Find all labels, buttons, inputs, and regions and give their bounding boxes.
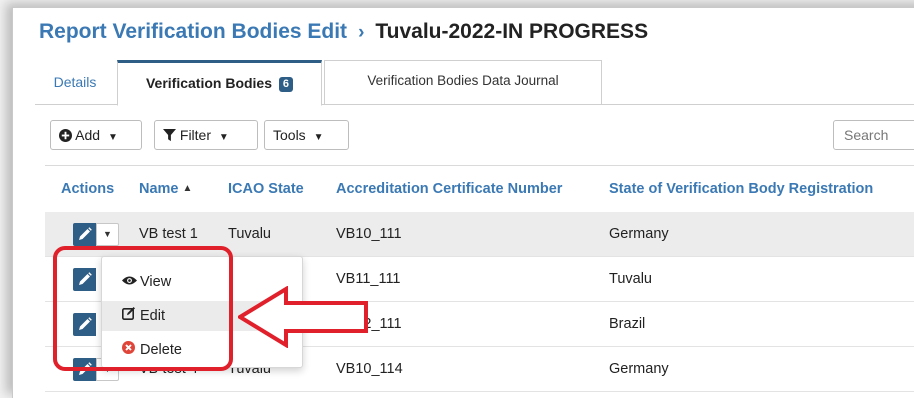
- tab-bar: Details Verification Bodies 6 Verificati…: [35, 60, 914, 106]
- add-button[interactable]: Add ▼: [50, 120, 142, 150]
- tools-label: Tools: [273, 127, 306, 143]
- column-header-certificate[interactable]: Accreditation Certificate Number: [336, 166, 562, 212]
- app-window: Report Verification Bodies Edit › Tuvalu-2…: [12, 7, 914, 398]
- tools-button[interactable]: Tools ▼: [264, 120, 349, 150]
- cell-icao-state: Tuvalu: [228, 226, 271, 242]
- column-header-label: Name: [139, 181, 179, 197]
- chevron-down-icon: ▼: [218, 132, 229, 143]
- cell-certificate: VB10_114: [336, 361, 403, 377]
- cell-registration-state: Brazil: [609, 316, 646, 332]
- row-menu-toggle[interactable]: ▼: [96, 223, 119, 246]
- table-header: Actions Name ▲ ICAO State Accreditation C…: [45, 165, 914, 213]
- tab-verification-bodies[interactable]: Verification Bodies 6: [117, 60, 322, 106]
- row-actions: ▼: [73, 223, 119, 246]
- tab-data-journal[interactable]: Verification Bodies Data Journal: [324, 60, 602, 104]
- tab-label: Verification Bodies: [145, 75, 273, 91]
- cell-registration-state: Germany: [609, 226, 669, 242]
- tab-details[interactable]: Details: [35, 60, 115, 104]
- search-input[interactable]: [833, 120, 914, 150]
- breadcrumb-current: Tuvalu-2022-IN PROGRESS: [375, 20, 649, 43]
- filter-button[interactable]: Filter ▼: [154, 120, 258, 150]
- column-header-icao-state[interactable]: ICAO State: [228, 166, 304, 212]
- edit-button[interactable]: [73, 223, 96, 246]
- count-badge: 6: [278, 77, 294, 92]
- annotation-highlight-box: [53, 246, 233, 371]
- page-title: Report Verification Bodies Edit › Tuvalu-2…: [39, 20, 648, 44]
- cell-registration-state: Tuvalu: [609, 271, 652, 287]
- annotation-arrow-icon: [238, 286, 368, 348]
- filter-icon: [163, 129, 176, 142]
- breadcrumb-link[interactable]: Report Verification Bodies Edit: [39, 20, 347, 43]
- breadcrumb-separator: ›: [358, 22, 365, 43]
- cell-registration-state: Germany: [609, 361, 669, 377]
- sort-ascending-icon: ▲: [182, 183, 193, 194]
- column-header-registration-state[interactable]: State of Verification Body Registration: [609, 166, 873, 212]
- chevron-down-icon: ▼: [313, 132, 324, 143]
- cell-certificate: VB10_111: [336, 226, 402, 242]
- chevron-down-icon: ▼: [107, 132, 118, 143]
- column-header-name[interactable]: Name ▲: [139, 166, 192, 212]
- plus-circle-icon: [59, 129, 72, 142]
- filter-label: Filter: [179, 127, 212, 143]
- add-label: Add: [75, 127, 101, 143]
- column-header-actions: Actions: [61, 181, 115, 197]
- pencil-icon: [79, 227, 92, 240]
